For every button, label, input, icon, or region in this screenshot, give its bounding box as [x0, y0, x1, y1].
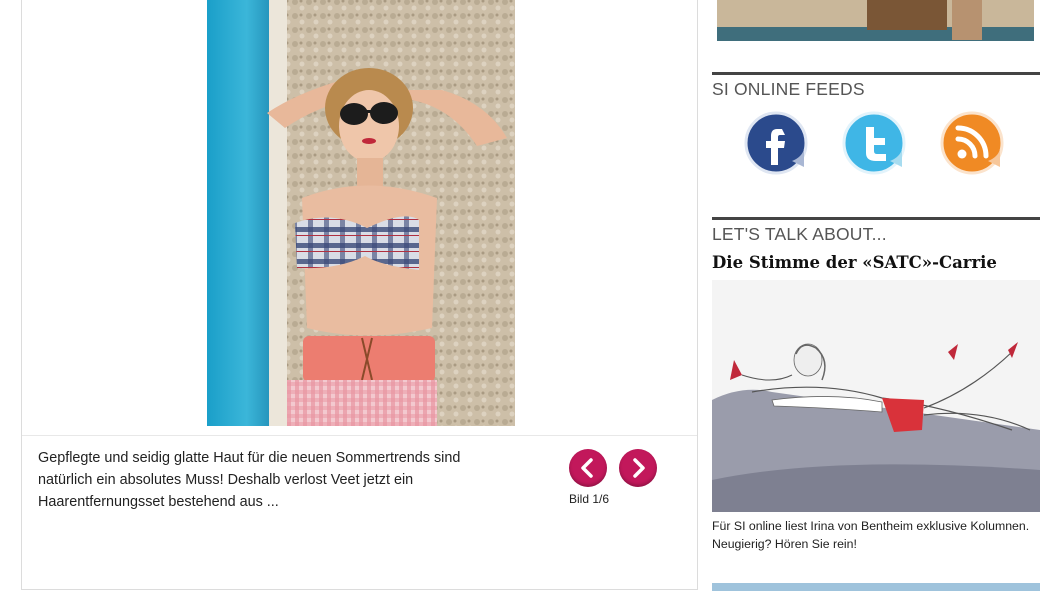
twitter-icon [842, 111, 906, 175]
chevron-right-icon [633, 458, 645, 478]
talk-section-rule [712, 217, 1040, 220]
twitter-feed-link[interactable] [840, 109, 910, 179]
image-counter: Bild 1/6 [569, 492, 610, 506]
facebook-feed-link[interactable] [742, 109, 812, 179]
rss-icon [940, 111, 1004, 175]
caption-divider [22, 435, 697, 436]
next-image-button[interactable] [619, 449, 657, 487]
previous-image-button[interactable] [569, 449, 607, 487]
gallery-photo[interactable] [207, 0, 515, 426]
gallery-caption: Gepflegte und seidig glatte Haut für die… [38, 450, 461, 510]
feeds-section-title: SI ONLINE FEEDS [712, 79, 865, 99]
rss-feed-link[interactable] [938, 109, 1008, 179]
talk-teaser-text: Für SI online liest Irina von Bentheim e… [712, 519, 1030, 551]
sidebar-next-teaser-strip[interactable] [712, 583, 1040, 591]
talk-section-title: LET'S TALK ABOUT... [712, 224, 887, 244]
talk-illustration[interactable] [712, 280, 1040, 512]
gallery-panel: Gepflegte und seidig glatte Haut für die… [21, 0, 698, 590]
facebook-icon [744, 111, 808, 175]
chevron-left-icon [581, 458, 593, 478]
sidebar-top-teaser-image[interactable] [717, 0, 1034, 41]
feeds-section-rule [712, 72, 1040, 75]
talk-headline-link[interactable]: Die Stimme der «SATC»-Carrie [712, 253, 997, 272]
